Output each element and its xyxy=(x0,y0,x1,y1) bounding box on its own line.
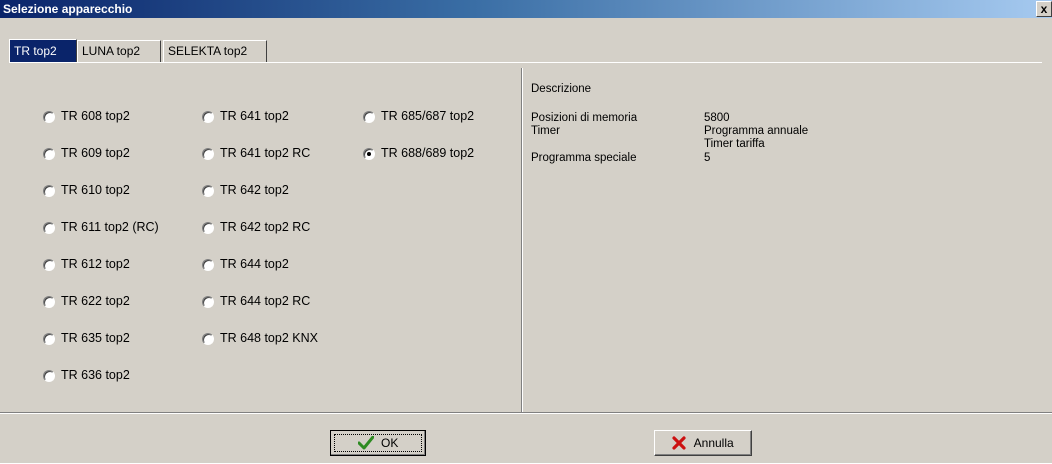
device-label: TR 648 top2 KNX xyxy=(220,331,318,345)
desc-label-timer: Timer xyxy=(531,125,560,137)
button-bar: OK Annulla xyxy=(0,412,1052,464)
desc-value-memory: 5800 xyxy=(704,112,730,124)
radio-button-icon[interactable] xyxy=(202,296,214,308)
radio-button-icon[interactable] xyxy=(202,222,214,234)
device-label: TR 612 top2 xyxy=(61,257,130,271)
window-title: Selezione apparecchio xyxy=(3,2,133,16)
device-label: TR 641 top2 xyxy=(220,109,289,123)
tab-label: SELEKTA top2 xyxy=(168,44,248,58)
ok-button[interactable]: OK xyxy=(330,430,426,456)
radio-button-icon[interactable] xyxy=(202,111,214,123)
device-label: TR 644 top2 RC xyxy=(220,294,311,308)
device-label: TR 644 top2 xyxy=(220,257,289,271)
tab-label: LUNA top2 xyxy=(82,44,141,58)
radio-button-icon[interactable] xyxy=(202,185,214,197)
radio-button-icon[interactable] xyxy=(363,148,375,160)
device-label: TR 641 top2 RC xyxy=(220,146,311,160)
device-label: TR 608 top2 xyxy=(61,109,130,123)
radio-button-icon[interactable] xyxy=(43,148,55,160)
device-label: TR 685/687 top2 xyxy=(381,109,475,123)
tab-luna-top2[interactable]: LUNA top2 xyxy=(77,40,161,63)
description-panel: Descrizione Posizioni di memoria 5800 Ti… xyxy=(524,63,1042,410)
pane-divider xyxy=(521,68,523,412)
radio-button-icon[interactable] xyxy=(363,111,375,123)
radio-button-icon[interactable] xyxy=(43,296,55,308)
device-label: TR 688/689 top2 xyxy=(381,146,475,160)
radio-button-icon[interactable] xyxy=(43,222,55,234)
tab-selekta-top2[interactable]: SELEKTA top2 xyxy=(163,40,267,63)
title-bar[interactable]: Selezione apparecchio x xyxy=(0,0,1052,18)
cancel-label: Annulla xyxy=(693,435,734,450)
radio-button-icon[interactable] xyxy=(202,333,214,345)
radio-button-icon[interactable] xyxy=(43,185,55,197)
device-label: TR 610 top2 xyxy=(61,183,130,197)
desc-label-special: Programma speciale xyxy=(531,152,637,164)
desc-label-memory: Posizioni di memoria xyxy=(531,112,638,124)
desc-value-special: 5 xyxy=(704,152,711,164)
tab-tr-top2[interactable]: TR top2 xyxy=(9,39,77,63)
radio-button-icon[interactable] xyxy=(43,333,55,345)
cancel-button[interactable]: Annulla xyxy=(654,430,752,456)
close-button[interactable]: x xyxy=(1036,1,1052,17)
description-title: Descrizione xyxy=(531,83,592,95)
device-label: TR 622 top2 xyxy=(61,294,130,308)
red-x-icon xyxy=(672,436,686,450)
radio-button-icon[interactable] xyxy=(202,148,214,160)
device-label: TR 609 top2 xyxy=(61,146,130,160)
tab-label: TR top2 xyxy=(14,44,57,58)
desc-value-timer-2: Timer tariffa xyxy=(704,138,765,150)
tab-panel: TR 608 top2 TR 609 top2 TR 610 top2 TR 611 … xyxy=(9,62,1042,413)
radio-button-icon[interactable] xyxy=(43,111,55,123)
device-list: TR 608 top2 TR 609 top2 TR 610 top2 TR 611 … xyxy=(9,63,521,410)
desc-value-timer-1: Programma annuale xyxy=(704,125,809,137)
device-label: TR 642 top2 RC xyxy=(220,220,311,234)
dialog-window: Selezione apparecchio x TR top2 LUNA top… xyxy=(0,0,1052,463)
radio-button-icon[interactable] xyxy=(43,259,55,271)
device-label: TR 635 top2 xyxy=(61,331,130,345)
device-label: TR 636 top2 xyxy=(61,368,130,382)
device-label: TR 611 top2 (RC) xyxy=(61,220,159,234)
radio-button-icon[interactable] xyxy=(202,259,214,271)
device-label: TR 642 top2 xyxy=(220,183,289,197)
radio-button-icon[interactable] xyxy=(43,370,55,382)
focus-rect xyxy=(334,434,422,452)
